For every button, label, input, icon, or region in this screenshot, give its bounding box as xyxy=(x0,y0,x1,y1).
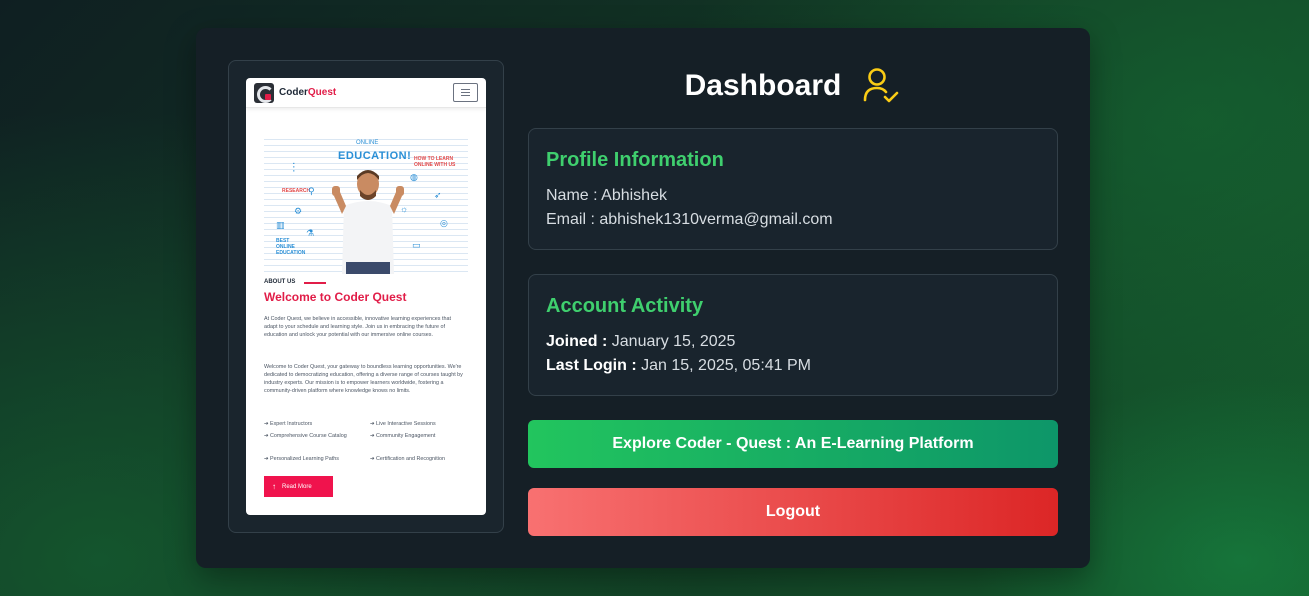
preview-paragraph: Welcome to Coder Quest, your gateway to … xyxy=(264,364,463,394)
site-preview-frame: CoderQuest ONLINE EDUCATION! HOW TO LEAR… xyxy=(228,60,504,533)
hero-title: EDUCATION! xyxy=(338,150,412,162)
page-title: Dashboard xyxy=(684,69,842,102)
preview-heading: Welcome to Coder Quest xyxy=(264,290,407,304)
profile-name: Name : Abhishek xyxy=(546,187,667,204)
monitor-doodle-icon: ▭ xyxy=(412,240,421,250)
feature-item: ➔ Expert Instructors xyxy=(264,421,313,427)
gear-doodle-icon: ⚙ xyxy=(294,206,303,216)
logout-button[interactable]: Logout xyxy=(528,488,1058,536)
site-preview[interactable]: CoderQuest ONLINE EDUCATION! HOW TO LEAR… xyxy=(246,78,486,515)
dashboard-header: Dashboard xyxy=(528,66,1058,106)
hero-doodle-label: BEST ONLINE EDUCATION xyxy=(276,238,306,256)
globe-doodle-icon: ◍ xyxy=(410,172,418,182)
hero-doodle-label: RESEARCH xyxy=(282,188,311,194)
coder-quest-logo-icon xyxy=(254,82,274,103)
dashboard-card: CoderQuest ONLINE EDUCATION! HOW TO LEAR… xyxy=(196,28,1090,568)
target-doodle-icon: ◎ xyxy=(440,218,448,228)
activity-panel: Account Activity Joined : January 15, 20… xyxy=(528,274,1058,396)
profile-email: Email : abhishek1310verma@gmail.com xyxy=(546,211,833,228)
hero-doodle-label: HOW TO LEARN ONLINE WITH US xyxy=(414,156,456,168)
smiling-student-image xyxy=(332,170,404,274)
feature-item: ➔ Community Engagement xyxy=(370,433,436,439)
feature-item: ➔ Comprehensive Course Catalog xyxy=(264,433,347,439)
hero-kicker: ONLINE xyxy=(356,140,379,146)
arrow-up-icon: ↑ xyxy=(272,482,276,491)
magnifier-doodle-icon: ⚲ xyxy=(308,186,315,196)
explore-platform-button[interactable]: Explore Coder - Quest : An E-Learning Pl… xyxy=(528,420,1058,468)
last-login: Last Login : Jan 15, 2025, 05:41 PM xyxy=(546,357,812,374)
user-check-icon xyxy=(864,68,899,103)
read-more-button[interactable]: ↑ Read More xyxy=(264,476,333,497)
preview-paragraph: At Coder Quest, we believe in accessible… xyxy=(264,316,451,338)
feature-item: ➔ Certification and Recognition xyxy=(370,456,445,462)
preview-brand: CoderQuest xyxy=(279,87,337,98)
preview-navbar: CoderQuest xyxy=(246,78,486,108)
profile-heading: Profile Information xyxy=(546,149,724,171)
hamburger-menu-icon[interactable] xyxy=(453,83,478,102)
rocket-doodle-icon: ➶ xyxy=(434,190,442,200)
about-label: ABOUT US xyxy=(264,279,296,285)
profile-panel: Profile Information Name : Abhishek Emai… xyxy=(528,128,1058,250)
chart-doodle-icon: ⫶ xyxy=(292,160,296,175)
about-divider xyxy=(304,282,326,284)
bars-doodle-icon: ▥ xyxy=(276,220,285,230)
feature-item: ➔ Personalized Learning Paths xyxy=(264,456,339,462)
activity-heading: Account Activity xyxy=(546,295,704,317)
feature-item: ➔ Live Interactive Sessions xyxy=(370,421,436,427)
education-hero-image: ONLINE EDUCATION! HOW TO LEARN ONLINE WI… xyxy=(264,134,468,274)
joined-date: Joined : January 15, 2025 xyxy=(546,333,736,350)
